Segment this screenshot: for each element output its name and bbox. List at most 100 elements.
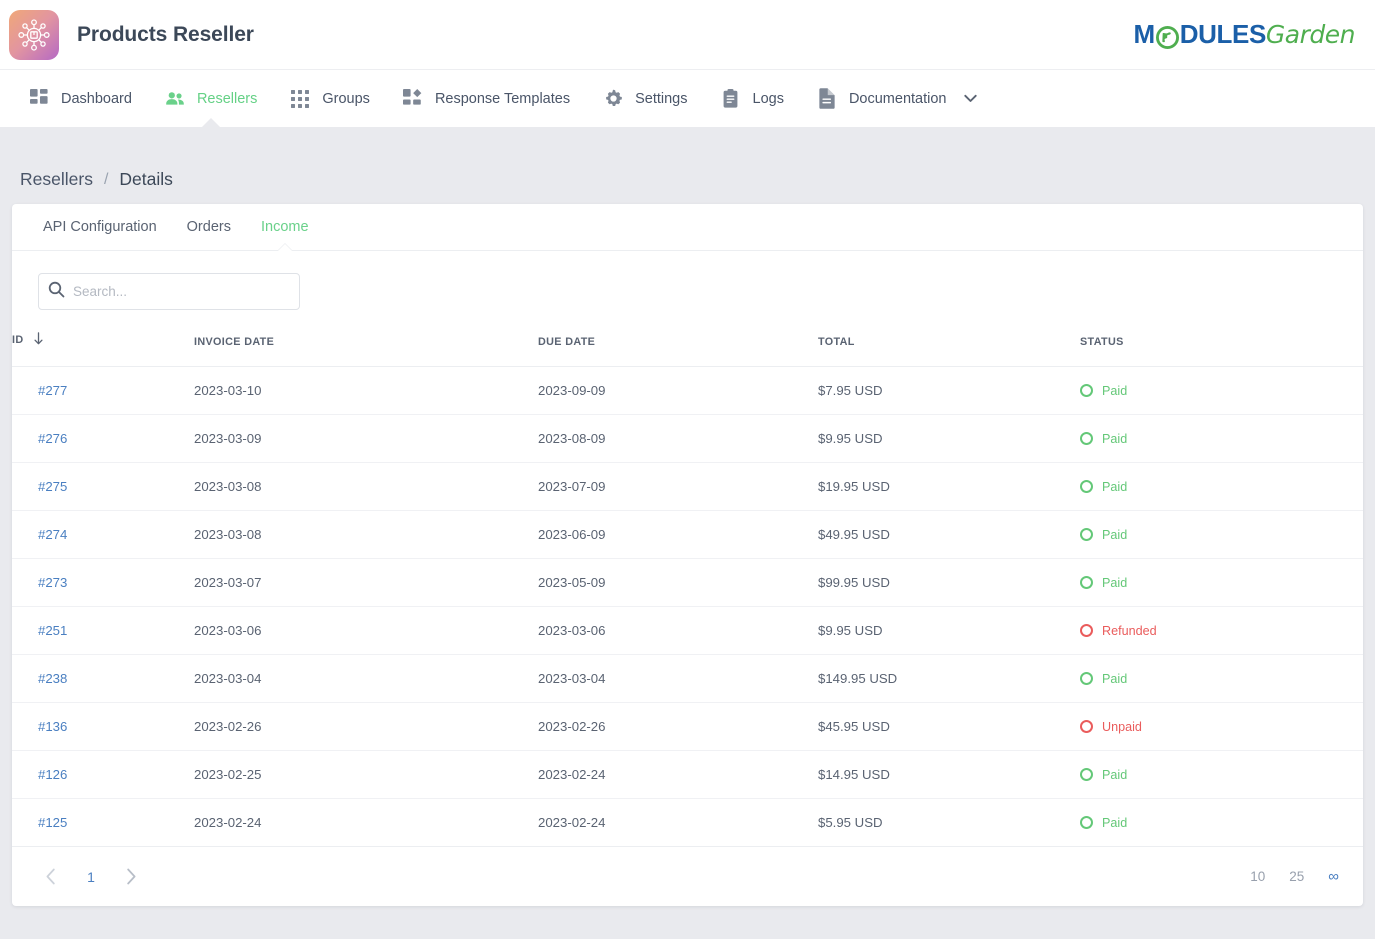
table-row: #2382023-03-042023-03-04$149.95 USDPaid — [12, 655, 1363, 703]
column-header-id-label: ID — [12, 334, 24, 346]
nav-label-dashboard: Dashboard — [61, 91, 132, 107]
breadcrumb-parent[interactable]: Resellers — [20, 169, 93, 190]
tab-orders[interactable]: Orders — [172, 204, 246, 251]
column-header-total[interactable]: TOTAL — [818, 326, 1080, 367]
nav-label-documentation: Documentation — [849, 91, 947, 107]
invoice-id-link[interactable]: #238 — [38, 671, 67, 686]
invoice-id-link[interactable]: #126 — [38, 767, 67, 782]
status-badge: Paid — [1102, 384, 1127, 398]
table-row: #2762023-03-092023-08-09$9.95 USDPaid — [12, 415, 1363, 463]
tab-bar: API Configuration Orders Income — [12, 204, 1363, 251]
cell-status: Unpaid — [1080, 703, 1363, 751]
column-header-id[interactable]: ID — [12, 326, 194, 367]
status-badge: Paid — [1102, 672, 1127, 686]
nav-item-resellers[interactable]: Resellers — [148, 70, 273, 128]
cell-total: $149.95 USD — [818, 655, 1080, 703]
cell-total: $45.95 USD — [818, 703, 1080, 751]
active-tab-indicator — [277, 244, 293, 252]
nav-item-documentation[interactable]: Documentation — [800, 70, 994, 128]
chevron-right-icon[interactable] — [116, 862, 146, 892]
app-header: Products Reseller M DULES Garden — [0, 0, 1375, 69]
template-blocks-icon — [402, 88, 424, 110]
cell-id: #136 — [12, 703, 194, 751]
invoice-id-link[interactable]: #125 — [38, 815, 67, 830]
nav-item-settings[interactable]: Settings — [586, 70, 703, 128]
cell-total: $7.95 USD — [818, 367, 1080, 415]
search-input[interactable] — [73, 284, 290, 299]
column-header-status[interactable]: STATUS — [1080, 326, 1363, 367]
cell-id: #274 — [12, 511, 194, 559]
table-row: #2752023-03-082023-07-09$19.95 USDPaid — [12, 463, 1363, 511]
invoice-id-link[interactable]: #274 — [38, 527, 67, 542]
nav-item-response-templates[interactable]: Response Templates — [386, 70, 586, 128]
nav-item-dashboard[interactable]: Dashboard — [12, 70, 148, 128]
cell-id: #276 — [12, 415, 194, 463]
brand: Products Reseller — [9, 10, 254, 60]
cell-status: Paid — [1080, 511, 1363, 559]
status-ring-icon — [1080, 480, 1093, 493]
nav-label-logs: Logs — [753, 91, 784, 107]
cell-id: #126 — [12, 751, 194, 799]
tab-label-orders: Orders — [187, 219, 231, 235]
nav-label-response-templates: Response Templates — [435, 91, 570, 107]
cell-due-date: 2023-09-09 — [538, 367, 818, 415]
cell-due-date: 2023-05-09 — [538, 559, 818, 607]
cell-due-date: 2023-08-09 — [538, 415, 818, 463]
cell-invoice-date: 2023-02-24 — [194, 799, 538, 847]
cell-status: Paid — [1080, 415, 1363, 463]
cell-due-date: 2023-02-24 — [538, 799, 818, 847]
arrow-down-icon[interactable] — [33, 332, 44, 348]
page-number-1[interactable]: 1 — [78, 869, 104, 885]
cell-invoice-date: 2023-03-10 — [194, 367, 538, 415]
cell-due-date: 2023-07-09 — [538, 463, 818, 511]
status-ring-icon — [1080, 432, 1093, 445]
invoice-id-link[interactable]: #275 — [38, 479, 67, 494]
vendor-logo-part3: Garden — [1266, 20, 1355, 49]
status-ring-icon — [1080, 576, 1093, 589]
tab-income[interactable]: Income — [246, 204, 324, 251]
status-ring-icon — [1080, 768, 1093, 781]
dashboard-grid-icon — [28, 88, 50, 110]
column-header-due-date[interactable]: DUE DATE — [538, 326, 818, 367]
cell-due-date: 2023-06-09 — [538, 511, 818, 559]
cell-id: #273 — [12, 559, 194, 607]
cell-id: #277 — [12, 367, 194, 415]
column-header-invoice-date[interactable]: INVOICE DATE — [194, 326, 538, 367]
table-body: #2772023-03-102023-09-09$7.95 USDPaid#27… — [12, 367, 1363, 847]
cell-invoice-date: 2023-03-08 — [194, 463, 538, 511]
cell-total: $14.95 USD — [818, 751, 1080, 799]
vendor-logo-part1: M — [1134, 19, 1155, 50]
status-badge: Paid — [1102, 768, 1127, 782]
nav-item-logs[interactable]: Logs — [704, 70, 800, 128]
chevron-down-icon[interactable] — [964, 94, 977, 103]
app-logo-icon — [9, 10, 59, 60]
cell-status: Paid — [1080, 799, 1363, 847]
status-badge: Paid — [1102, 816, 1127, 830]
table-toolbar — [12, 251, 1363, 326]
page-size-10[interactable]: 10 — [1250, 869, 1265, 884]
nav-label-resellers: Resellers — [197, 91, 257, 107]
vendor-logo: M DULES Garden — [1134, 19, 1359, 50]
invoice-id-link[interactable]: #276 — [38, 431, 67, 446]
invoice-id-link[interactable]: #136 — [38, 719, 67, 734]
page-size-all[interactable]: ∞ — [1328, 868, 1339, 885]
invoice-id-link[interactable]: #277 — [38, 383, 67, 398]
table-row: #1252023-02-242023-02-24$5.95 USDPaid — [12, 799, 1363, 847]
tab-api-configuration[interactable]: API Configuration — [28, 204, 172, 251]
nav-item-groups[interactable]: Groups — [273, 70, 386, 128]
app-title: Products Reseller — [77, 23, 254, 47]
grid-dots-icon — [289, 88, 311, 110]
status-ring-icon — [1080, 816, 1093, 829]
people-icon — [164, 88, 186, 110]
cell-invoice-date: 2023-02-25 — [194, 751, 538, 799]
cell-total: $99.95 USD — [818, 559, 1080, 607]
invoice-id-link[interactable]: #251 — [38, 623, 67, 638]
chevron-left-icon[interactable] — [36, 862, 66, 892]
table-row: #2742023-03-082023-06-09$49.95 USDPaid — [12, 511, 1363, 559]
search-box[interactable] — [38, 273, 300, 310]
invoice-id-link[interactable]: #273 — [38, 575, 67, 590]
cell-due-date: 2023-02-26 — [538, 703, 818, 751]
page-size-25[interactable]: 25 — [1289, 869, 1304, 884]
status-ring-icon — [1080, 672, 1093, 685]
cell-total: $19.95 USD — [818, 463, 1080, 511]
